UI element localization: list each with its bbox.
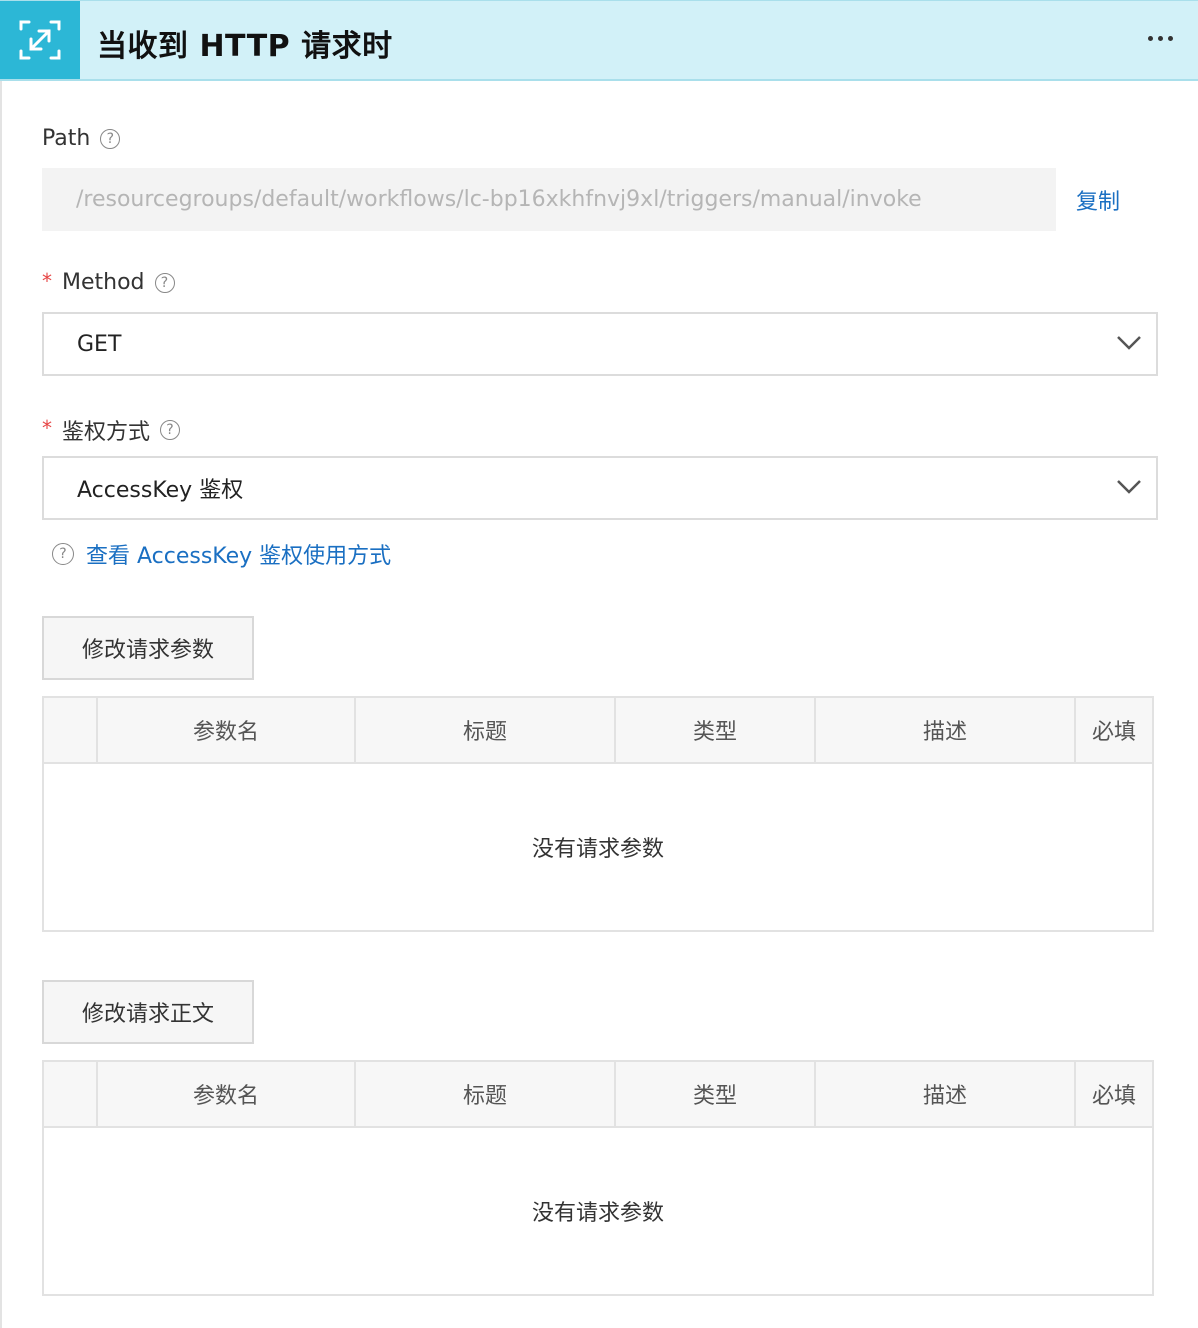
select-column-header — [44, 698, 96, 762]
empty-state: 没有请求参数 — [531, 837, 664, 862]
card-header: 当收到 HTTP 请求时 — [0, 0, 1198, 81]
select-column-header — [44, 1062, 96, 1126]
help-icon[interactable]: ? — [100, 128, 121, 149]
empty-state: 没有请求参数 — [531, 1201, 664, 1226]
column-header: 参数名 — [96, 1062, 354, 1126]
card-title: 当收到 HTTP 请求时 — [97, 29, 393, 64]
table-header: 参数名 标题 类型 描述 必填 — [44, 698, 1152, 764]
required-mark: * — [42, 268, 52, 293]
more-icon[interactable] — [1140, 27, 1180, 49]
auth-hint-link[interactable]: ? 查看 AccessKey 鉴权使用方式 — [52, 538, 391, 570]
column-header: 参数名 — [96, 698, 354, 762]
auth-label: 鉴权方式 — [62, 420, 151, 445]
method-select[interactable]: GET — [42, 312, 1158, 376]
auth-hint-text: 查看 AccessKey 鉴权使用方式 — [86, 544, 392, 569]
edit-params-button[interactable]: 修改请求参数 — [42, 616, 254, 680]
chevron-down-icon — [1117, 480, 1141, 494]
column-header: 描述 — [814, 1062, 1074, 1126]
column-header: 必填 — [1074, 1062, 1152, 1126]
help-icon[interactable]: ? — [160, 420, 181, 440]
method-label: Method — [62, 270, 145, 295]
auth-select[interactable]: AccessKey 鉴权 — [42, 456, 1158, 520]
path-label: Path — [42, 126, 91, 151]
path-label-row: Path ? — [42, 126, 121, 151]
method-value: GET — [77, 331, 122, 357]
chevron-down-icon — [1117, 336, 1141, 350]
body-table: 参数名 标题 类型 描述 必填 没有请求参数 — [42, 1060, 1154, 1296]
help-icon: ? — [52, 543, 74, 565]
column-header: 类型 — [614, 698, 814, 762]
params-table: 参数名 标题 类型 描述 必填 没有请求参数 — [42, 696, 1154, 932]
auth-value: AccessKey 鉴权 — [77, 478, 244, 503]
table-header: 参数名 标题 类型 描述 必填 — [44, 1062, 1152, 1128]
help-icon[interactable]: ? — [154, 272, 175, 293]
http-trigger-icon — [0, 1, 80, 79]
method-label-row: * Method ? — [42, 268, 175, 295]
auth-label-row: * 鉴权方式 ? — [42, 414, 181, 446]
column-header: 描述 — [814, 698, 1074, 762]
column-header: 标题 — [354, 698, 614, 762]
copy-link[interactable]: 复制 — [1076, 184, 1120, 216]
column-header: 类型 — [614, 1062, 814, 1126]
edit-body-button[interactable]: 修改请求正文 — [42, 980, 254, 1044]
path-field: /resourcegroups/default/workflows/lc-bp1… — [42, 168, 1056, 231]
required-mark: * — [42, 416, 52, 440]
column-header: 必填 — [1074, 698, 1152, 762]
column-header: 标题 — [354, 1062, 614, 1126]
